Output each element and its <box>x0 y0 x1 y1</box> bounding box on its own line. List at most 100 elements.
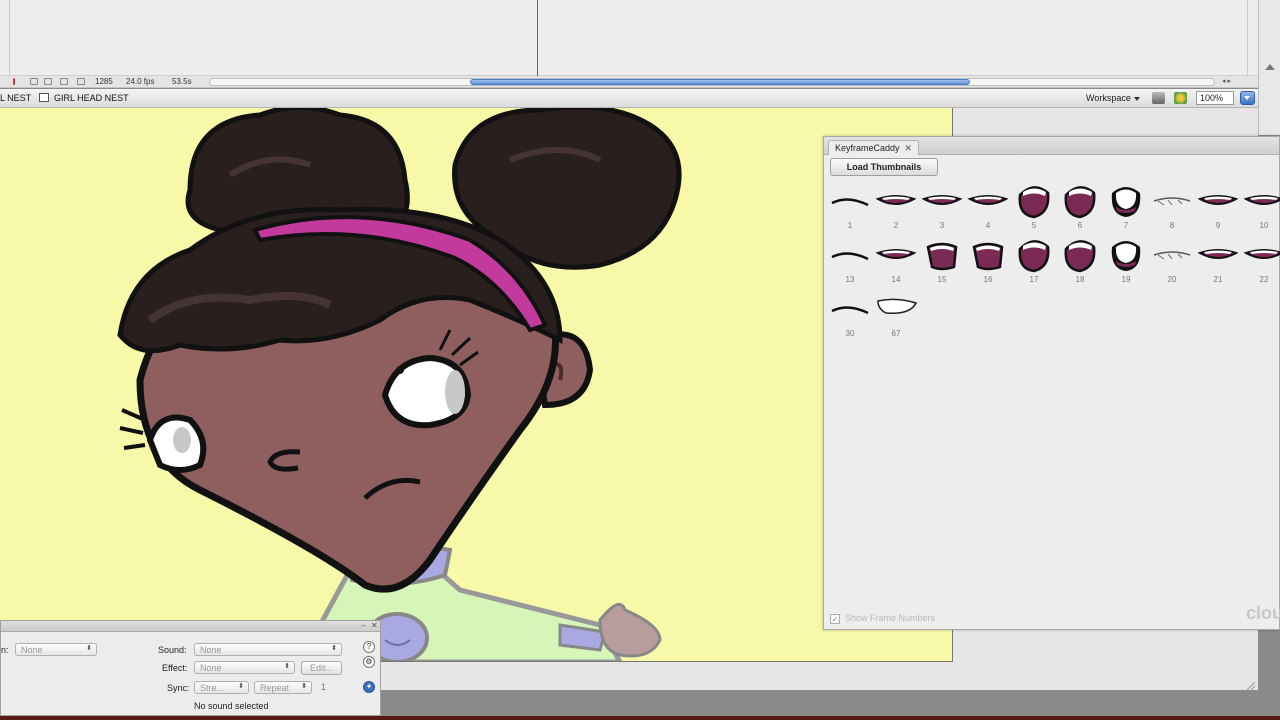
accessibility-icon[interactable]: ✦ <box>363 681 375 693</box>
show-frame-numbers-checkbox[interactable]: ✓ Show Frame Numbers <box>830 613 935 624</box>
onion-outline-icon[interactable] <box>60 78 68 85</box>
frame-number: 1 <box>847 221 853 230</box>
stage-canvas[interactable] <box>0 108 953 662</box>
keyframe-thumbnail[interactable]: 1 <box>828 183 872 231</box>
keyframe-thumbnail[interactable]: 10 <box>1242 183 1280 231</box>
mouth-shape-icon <box>831 198 869 207</box>
frame-number: 22 <box>1259 275 1269 284</box>
breadcrumb-scene[interactable]: L NEST <box>0 93 31 103</box>
keyframe-thumbnail[interactable]: 5 <box>1012 183 1056 231</box>
frame-number: 13 <box>845 275 855 284</box>
help-icon[interactable]: ? <box>363 641 375 653</box>
playhead[interactable] <box>537 0 538 76</box>
sound-select[interactable]: None ⬍ <box>194 643 342 656</box>
keyframe-thumbnail[interactable]: 9 <box>1196 183 1240 231</box>
panel-title-bar: – ✕ <box>1 621 380 632</box>
sync-label: Sync: <box>167 683 190 693</box>
vertical-scrollbar[interactable] <box>1258 0 1280 135</box>
workspace-dropdown[interactable]: Workspace <box>1086 93 1140 103</box>
mouth-shape-icon <box>1243 249 1280 259</box>
repeat-count-field[interactable]: 1 <box>321 682 326 692</box>
hand-shape <box>598 602 662 658</box>
frame-number: 4 <box>985 221 991 230</box>
edit-symbols-icon[interactable] <box>1174 92 1187 104</box>
edit-scene-icon[interactable] <box>1152 92 1165 104</box>
center-frame-icon[interactable] <box>30 78 38 85</box>
repeat-select[interactable]: Repeat ⬍ <box>254 681 312 694</box>
zoom-field[interactable]: 100% <box>1196 91 1234 105</box>
updown-icon: ⬍ <box>331 645 337 652</box>
keyframe-thumbnail[interactable]: 30 <box>828 291 872 339</box>
checkbox-checked-icon[interactable]: ✓ <box>830 613 840 624</box>
keyframe-thumbnail[interactable]: 8 <box>1150 183 1194 231</box>
keyframe-thumbnail[interactable]: 18 <box>1058 237 1102 285</box>
zoom-dropdown-button[interactable] <box>1240 91 1255 105</box>
effect-label: Effect: <box>162 663 188 673</box>
mouth-shape-icon <box>831 252 869 261</box>
keyframe-thumbnail[interactable]: 14 <box>874 237 918 285</box>
keyframe-thumbnail[interactable]: 6 <box>1058 183 1102 231</box>
sound-status-text: No sound selected <box>194 701 269 711</box>
keyframe-thumbnail[interactable]: 17 <box>1012 237 1056 285</box>
keyframe-thumbnail[interactable]: 22 <box>1242 237 1280 285</box>
breadcrumb-symbol[interactable]: GIRL HEAD NEST <box>54 93 129 103</box>
mouth-shape-icon <box>1018 240 1050 273</box>
tab-keyframecaddy[interactable]: KeyframeCaddy ✕ <box>828 140 920 155</box>
keyframe-thumbnail[interactable]: 4 <box>966 183 1010 231</box>
mouth-shape-icon <box>1064 240 1096 273</box>
mouth-shape-icon <box>1111 241 1141 271</box>
sync-select[interactable]: Stre... ⬍ <box>194 681 249 694</box>
edit-button[interactable]: Edit... <box>301 661 342 675</box>
mouth-shape-icon <box>831 306 869 315</box>
mouth-shape-icon <box>875 249 917 259</box>
scroll-up-icon[interactable] <box>1265 64 1275 70</box>
keyframe-thumbnail[interactable]: 16 <box>966 237 1010 285</box>
mouth-shape-icon <box>877 298 918 315</box>
frame-rate: 24.0 fps <box>126 77 155 86</box>
timeline-horizontal-scrollbar[interactable] <box>209 78 1215 86</box>
frame-number: 67 <box>891 329 901 338</box>
frame-number: 17 <box>1029 275 1039 284</box>
scroll-arrows-icon[interactable]: ◂ ▸ <box>1222 77 1231 85</box>
keyframe-thumbnail[interactable]: 7 <box>1104 183 1148 231</box>
girl-character-illustration[interactable] <box>0 108 953 662</box>
timeline-status-bar: 1285 24.0 fps 53.5s ◂ ▸ <box>0 76 1258 88</box>
panel-tab-bar: KeyframeCaddy ✕ <box>824 137 1279 155</box>
keyframe-thumbnail[interactable]: 21 <box>1196 237 1240 285</box>
keyframe-thumbnail[interactable]: 19 <box>1104 237 1148 285</box>
scrollbar-thumb[interactable] <box>470 79 970 85</box>
timeline-panel[interactable] <box>0 0 1258 76</box>
keyframe-thumbnail[interactable]: 20 <box>1150 237 1194 285</box>
close-icon[interactable]: ✕ <box>371 621 378 630</box>
edit-multiple-frames-icon[interactable] <box>77 78 85 85</box>
frame-number: 21 <box>1213 275 1223 284</box>
settings-icon[interactable]: ⚙ <box>363 656 375 668</box>
updown-icon: ⬍ <box>284 663 290 670</box>
resize-grip-icon[interactable] <box>1244 680 1256 692</box>
frame-number: 19 <box>1121 275 1131 284</box>
keyframe-thumbnail[interactable]: 67 <box>874 291 918 339</box>
minimize-icon[interactable]: – <box>361 621 365 630</box>
close-icon[interactable]: ✕ <box>905 143 913 153</box>
keyframe-thumbnail[interactable]: 2 <box>874 183 918 231</box>
checkbox-label: Show Frame Numbers <box>845 613 936 623</box>
mouth-shape-icon <box>972 242 1004 271</box>
keyframe-thumbnail[interactable]: 13 <box>828 237 872 285</box>
mouth-shape-icon <box>1243 195 1280 205</box>
frame-number: 5 <box>1031 221 1037 230</box>
sync-select-value: Stre... <box>200 683 225 693</box>
updown-icon: ⬍ <box>238 683 244 690</box>
frame-number: 9 <box>1215 221 1221 230</box>
mouth-shape-icon <box>1153 197 1191 206</box>
current-frame: 1285 <box>95 77 113 86</box>
keyframe-caddy-panel: KeyframeCaddy ✕ Load Thumbnails ✓ Show Fra… <box>823 136 1280 630</box>
frame-number: 7 <box>1123 221 1129 230</box>
onion-skin-icon[interactable] <box>44 78 52 85</box>
effect-select-value: None <box>200 663 222 673</box>
frame-number: 6 <box>1077 221 1083 230</box>
effect-select[interactable]: None ⬍ <box>194 661 295 674</box>
keyframe-thumbnail[interactable]: 3 <box>920 183 964 231</box>
name-select[interactable]: None ⬍ <box>15 643 97 656</box>
keyframe-thumbnail[interactable]: 15 <box>920 237 964 285</box>
load-thumbnails-button[interactable]: Load Thumbnails <box>830 158 938 176</box>
